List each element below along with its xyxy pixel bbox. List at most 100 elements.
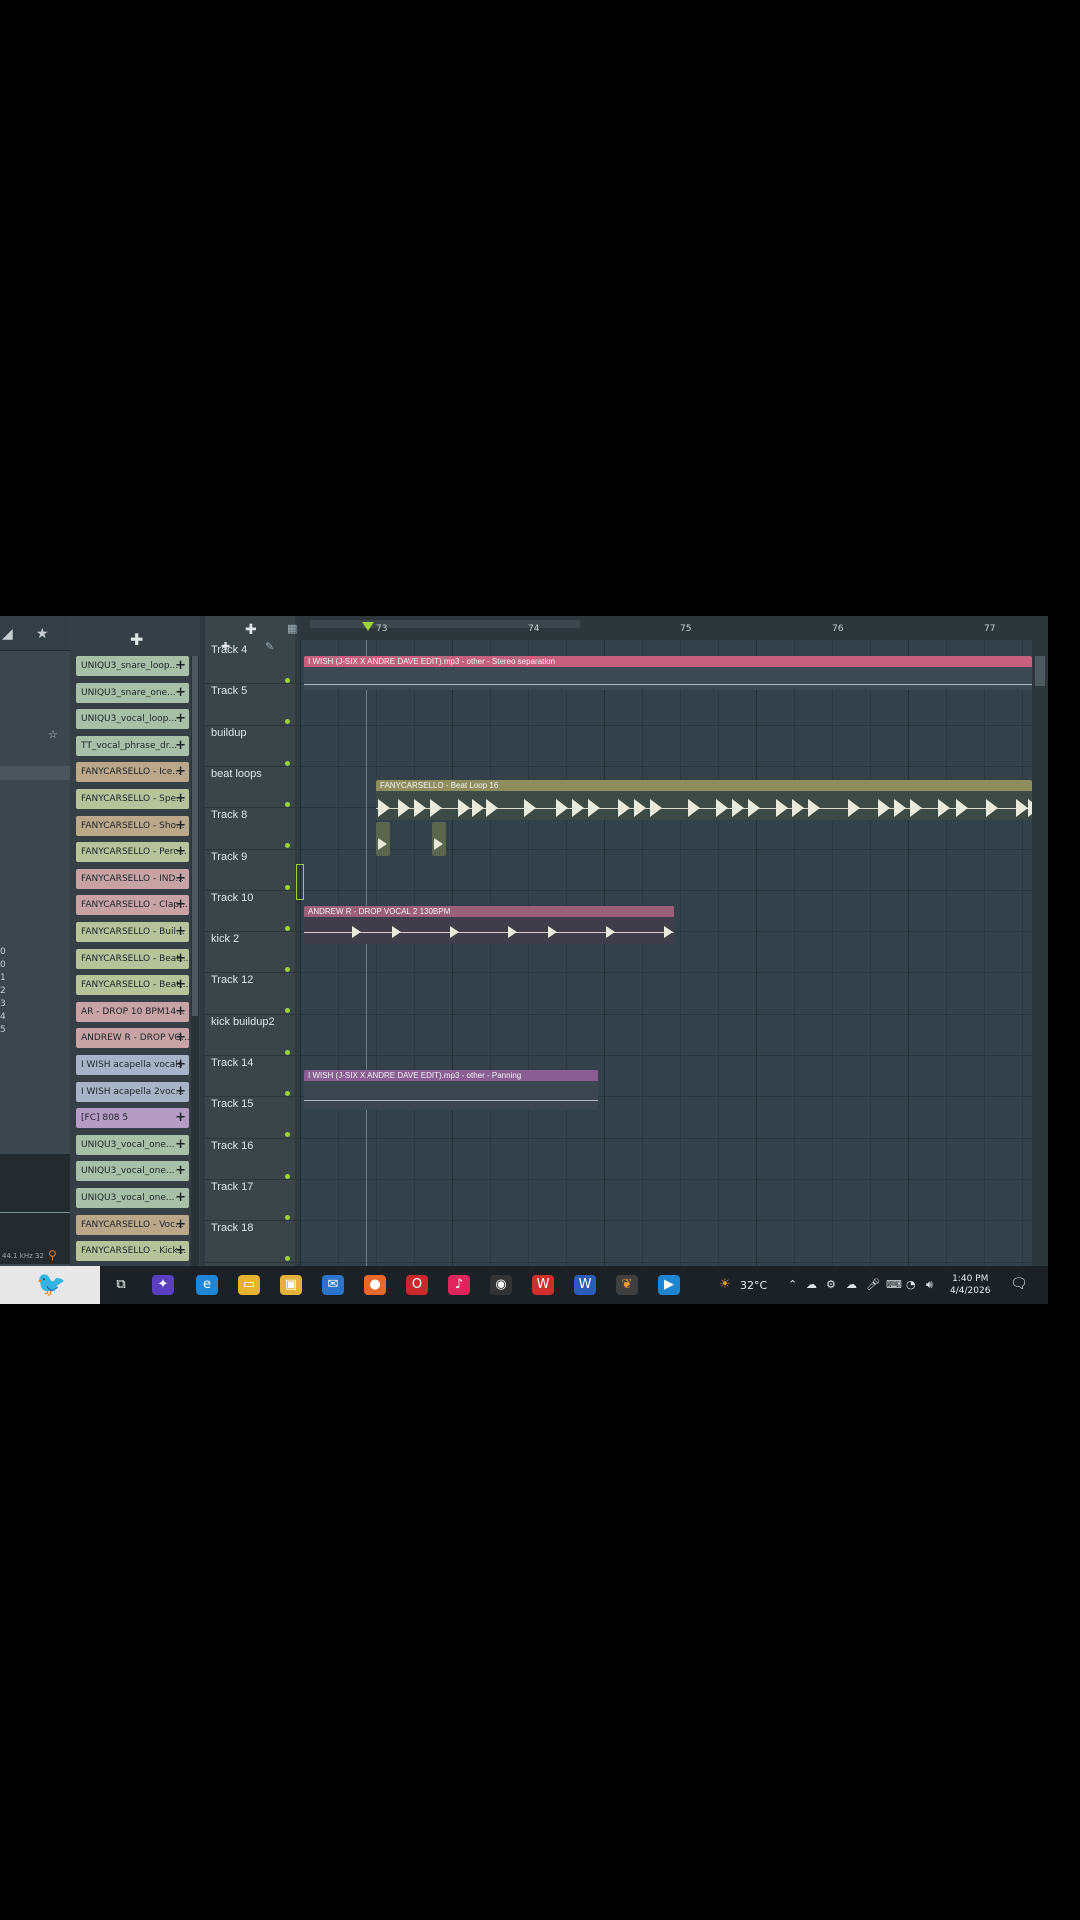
channel-button[interactable]: FANYCARSELLO - Voc... + bbox=[76, 1214, 189, 1235]
channel-add-icon[interactable]: + bbox=[175, 762, 186, 782]
channel-button[interactable]: FANYCARSELLO - Ice... + bbox=[76, 762, 189, 783]
channel-add-icon[interactable]: + bbox=[175, 1161, 186, 1181]
track-name[interactable]: Track 17 bbox=[211, 1181, 253, 1193]
track-mute-led[interactable] bbox=[285, 1214, 290, 1220]
channel-button[interactable]: FANYCARSELLO - Clap... + bbox=[76, 895, 189, 916]
fl-studio-icon[interactable]: ❦ bbox=[616, 1275, 638, 1295]
mail-icon[interactable]: ✉ bbox=[322, 1275, 344, 1295]
media-player-icon[interactable]: ▶ bbox=[658, 1275, 680, 1295]
channel-button[interactable]: UNIQU3_snare_one... + bbox=[76, 682, 189, 703]
channel-add-icon[interactable]: + bbox=[175, 842, 186, 862]
draw-icon[interactable]: ✎ bbox=[265, 640, 274, 653]
channel-button[interactable]: FANYCARSELLO - Buil... + bbox=[76, 922, 189, 942]
track-mute-led[interactable] bbox=[285, 1008, 290, 1014]
snap-icon[interactable]: ✚ bbox=[245, 622, 257, 638]
horizontal-scrollbar[interactable] bbox=[310, 620, 580, 628]
copilot-icon[interactable]: ✦ bbox=[152, 1275, 174, 1295]
track-mute-led[interactable] bbox=[285, 1173, 290, 1179]
channel-add-icon[interactable]: + bbox=[175, 895, 186, 915]
channel-scrollbar[interactable] bbox=[191, 656, 199, 1266]
browser-selected-row[interactable] bbox=[0, 766, 70, 780]
channel-button[interactable]: UNIQU3_vocal_one... + bbox=[76, 1134, 189, 1155]
channel-add-icon[interactable]: + bbox=[175, 656, 186, 676]
weather-temperature[interactable]: 32°C bbox=[740, 1279, 767, 1292]
timeline-ruler[interactable]: 73 74 75 76 77 bbox=[300, 616, 1032, 640]
track-name[interactable]: Track 9 bbox=[211, 851, 247, 863]
word-icon[interactable]: W bbox=[574, 1275, 596, 1295]
start-button[interactable]: 🐦 bbox=[0, 1266, 100, 1304]
channel-button[interactable]: FANYCARSELLO - Perc... + bbox=[76, 842, 189, 863]
channel-add-icon[interactable]: + bbox=[175, 1082, 186, 1102]
favorite-icon[interactable]: ☆ bbox=[48, 728, 58, 741]
channel-button[interactable]: FANYCARSELLO - Spe... + bbox=[76, 789, 189, 809]
channel-add-icon[interactable]: + bbox=[175, 789, 186, 809]
channel-button[interactable]: UNIQU3_vocal_one... + bbox=[76, 1188, 189, 1208]
channel-add-icon[interactable]: + bbox=[175, 1028, 186, 1048]
track9-selection[interactable] bbox=[296, 864, 304, 900]
playlist-grid[interactable] bbox=[300, 640, 1032, 1266]
vertical-scrollbar[interactable] bbox=[1032, 616, 1048, 1266]
channel-button[interactable]: I WISH acapella vocals + bbox=[76, 1055, 189, 1075]
channel-button[interactable]: FANYCARSELLO - Beat... + bbox=[76, 975, 189, 996]
pin-icon[interactable]: ◢ bbox=[2, 626, 13, 642]
track-mute-led[interactable] bbox=[285, 884, 290, 890]
weather-icon[interactable]: ☀ bbox=[714, 1275, 736, 1295]
star-icon[interactable]: ★ bbox=[36, 626, 49, 642]
chevron-up-icon[interactable]: ⌃ bbox=[788, 1278, 797, 1291]
channel-add-icon[interactable]: + bbox=[175, 709, 186, 729]
track-mute-led[interactable] bbox=[285, 843, 290, 849]
task-view-icon[interactable]: ⧉ bbox=[110, 1275, 132, 1295]
track-mute-led[interactable] bbox=[285, 1091, 290, 1096]
clip-track8-hit-1[interactable] bbox=[376, 822, 390, 856]
track-mute-led[interactable] bbox=[285, 678, 290, 683]
channel-add-icon[interactable]: + bbox=[175, 975, 186, 995]
channel-add-icon[interactable]: + bbox=[175, 1241, 186, 1261]
firefox-icon[interactable]: ● bbox=[364, 1275, 386, 1295]
grid-icon[interactable]: ▦ bbox=[287, 622, 297, 635]
track-name[interactable]: Track 12 bbox=[211, 974, 253, 986]
track-mute-led[interactable] bbox=[285, 719, 290, 725]
tray-app-icon[interactable]: ⚙ bbox=[826, 1278, 836, 1291]
channel-button[interactable]: ANDREW R - DROP VO... + bbox=[76, 1028, 189, 1049]
track-name[interactable]: Track 18 bbox=[211, 1222, 253, 1234]
clip-track8-hit-2[interactable] bbox=[432, 822, 446, 856]
channel-button[interactable]: FANYCARSELLO - Beat... + bbox=[76, 948, 189, 969]
channel-button[interactable]: UNIQU3_vocal_loop... + bbox=[76, 709, 189, 730]
channel-button[interactable]: AR - DROP 10 BPM14... + bbox=[76, 1001, 189, 1022]
onedrive-icon[interactable]: ☁ bbox=[806, 1278, 817, 1291]
wifi-icon[interactable]: ◔ bbox=[906, 1278, 916, 1291]
chrome-icon[interactable]: ◉ bbox=[490, 1275, 512, 1295]
taskbar-clock[interactable]: 1:40 PM 4/4/2026 bbox=[950, 1273, 990, 1297]
opera-icon[interactable]: O bbox=[406, 1275, 428, 1295]
channel-button[interactable]: [FC] 808 5 + bbox=[76, 1108, 189, 1129]
track-mute-led[interactable] bbox=[285, 1049, 290, 1055]
channel-button[interactable]: UNIQU3_vocal_one... + bbox=[76, 1161, 189, 1182]
channel-button[interactable]: FANYCARSELLO - IND... + bbox=[76, 868, 189, 889]
file-explorer-icon[interactable]: ▭ bbox=[238, 1275, 260, 1295]
track-mute-led[interactable] bbox=[285, 925, 290, 931]
channel-add-icon[interactable]: + bbox=[175, 922, 186, 942]
track-mute-led[interactable] bbox=[285, 1256, 290, 1262]
store-icon[interactable]: ▣ bbox=[280, 1275, 302, 1295]
track-name[interactable]: kick buildup2 bbox=[211, 1016, 275, 1028]
channel-button[interactable]: TT_vocal_phrase_dr... + bbox=[76, 735, 189, 756]
track-name[interactable]: Track 5 bbox=[211, 685, 247, 697]
clip-panning[interactable]: I WISH (J-SIX X ANDRE DAVE EDIT).mp3 - o… bbox=[304, 1070, 598, 1110]
language-icon[interactable]: ⌨ bbox=[886, 1278, 902, 1291]
channel-add-icon[interactable]: + bbox=[175, 736, 186, 756]
channel-add-icon[interactable]: + bbox=[175, 683, 186, 703]
channel-button[interactable]: FANYCARSELLO - Sho... + bbox=[76, 815, 189, 836]
channel-button[interactable]: UNIQU3_snare_loop... + bbox=[76, 656, 189, 676]
track-name[interactable]: beat loops bbox=[211, 768, 262, 780]
channel-button[interactable]: I WISH acapella 2voc... + bbox=[76, 1081, 189, 1102]
song-position-marker[interactable] bbox=[362, 622, 374, 631]
edge-icon[interactable]: e bbox=[196, 1275, 218, 1295]
add-channel-icon[interactable]: ✚ bbox=[130, 630, 143, 649]
microphone-icon[interactable]: 🎤︎ bbox=[866, 1278, 880, 1291]
track-mute-led[interactable] bbox=[285, 760, 290, 766]
channel-add-icon[interactable]: + bbox=[175, 1002, 186, 1022]
cloud-icon[interactable]: ☁ bbox=[846, 1278, 857, 1291]
channel-add-icon[interactable]: + bbox=[175, 1055, 186, 1075]
channel-add-icon[interactable]: + bbox=[175, 1188, 186, 1208]
clip-beat-loop[interactable]: FANYCARSELLO - Beat Loop 16 bbox=[376, 780, 1032, 820]
